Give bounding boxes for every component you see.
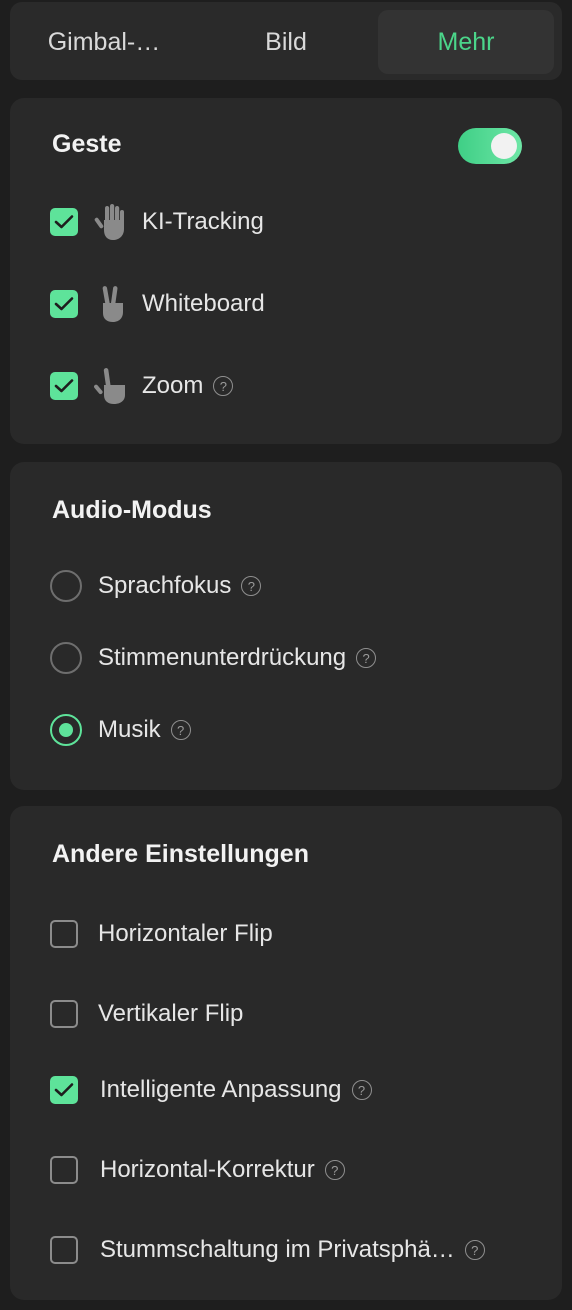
setting-horizon-correction[interactable]: Horizontal-Korrektur ? (50, 1150, 345, 1190)
vertical-flip-checkbox[interactable] (50, 1000, 78, 1028)
privacy-mute-help-icon[interactable]: ? (464, 1240, 485, 1260)
whiteboard-checkbox[interactable] (50, 290, 78, 318)
sprachfokus-label: Sprachfokus (98, 572, 232, 599)
tab-bild[interactable]: Bild (196, 10, 376, 74)
stimmenunterdrueckung-label: Stimmenunterdrückung (98, 644, 347, 671)
other-settings-card: Andere Einstellungen Horizontaler Flip V… (10, 806, 562, 1300)
gesture-item-zoom[interactable]: Zoom ? (50, 366, 234, 406)
privacy-mute-label: Stummschaltung im Privatsphä… (100, 1236, 455, 1263)
zoom-checkbox[interactable] (50, 372, 78, 400)
vertical-flip-label: Vertikaler Flip (98, 1000, 244, 1027)
sprachfokus-radio[interactable] (50, 570, 82, 602)
horizon-correction-help-icon[interactable]: ? (324, 1160, 345, 1180)
setting-horizontal-flip[interactable]: Horizontaler Flip (50, 914, 273, 954)
audio-title: Audio-Modus (52, 496, 212, 524)
tab-gimbal[interactable]: Gimbal-… (14, 10, 194, 74)
pointing-hand-icon (94, 368, 125, 404)
gesture-title: Geste (52, 130, 122, 158)
peace-hand-icon (102, 286, 123, 322)
zoom-label: Zoom (142, 372, 204, 399)
audio-option-musik[interactable]: Musik ? (50, 710, 191, 750)
musik-radio[interactable] (50, 714, 82, 746)
horizontal-flip-label: Horizontaler Flip (98, 920, 273, 947)
audio-card: Audio-Modus Sprachfokus ? Stimmenunterdr… (10, 462, 562, 790)
gesture-toggle[interactable] (458, 128, 522, 164)
ki-tracking-label: KI-Tracking (142, 208, 264, 235)
musik-label: Musik (98, 716, 161, 743)
horizontal-flip-checkbox[interactable] (50, 920, 78, 948)
audio-option-stimmenunterdrueckung[interactable]: Stimmenunterdrückung ? (50, 638, 377, 678)
horizon-correction-label: Horizontal-Korrektur (100, 1156, 315, 1183)
toggle-knob (491, 133, 517, 159)
intelligent-adjust-help-icon[interactable]: ? (351, 1080, 372, 1100)
gesture-item-ki-tracking[interactable]: KI-Tracking (50, 202, 264, 242)
whiteboard-label: Whiteboard (142, 290, 265, 317)
setting-vertical-flip[interactable]: Vertikaler Flip (50, 994, 243, 1034)
setting-intelligent-adjust[interactable]: Intelligente Anpassung ? (50, 1070, 372, 1110)
horizon-correction-checkbox[interactable] (50, 1156, 78, 1184)
setting-privacy-mute[interactable]: Stummschaltung im Privatsphä… ? (50, 1230, 485, 1270)
sprachfokus-help-icon[interactable]: ? (241, 576, 262, 596)
intelligent-adjust-checkbox[interactable] (50, 1076, 78, 1104)
stimmenunterdrueckung-help-icon[interactable]: ? (356, 648, 377, 668)
gesture-item-whiteboard[interactable]: Whiteboard (50, 284, 265, 324)
tab-mehr[interactable]: Mehr (378, 10, 554, 74)
other-settings-title: Andere Einstellungen (52, 840, 309, 868)
musik-help-icon[interactable]: ? (170, 720, 191, 740)
audio-option-sprachfokus[interactable]: Sprachfokus ? (50, 566, 262, 606)
open-hand-icon (94, 204, 124, 240)
zoom-help-icon[interactable]: ? (213, 376, 234, 396)
tab-bar: Gimbal-… Bild Mehr (10, 2, 562, 80)
ki-tracking-checkbox[interactable] (50, 208, 78, 236)
intelligent-adjust-label: Intelligente Anpassung (100, 1076, 342, 1103)
gesture-card: Geste KI-Tracking Whiteboard Zoom ? (10, 98, 562, 444)
stimmenunterdrueckung-radio[interactable] (50, 642, 82, 674)
privacy-mute-checkbox[interactable] (50, 1236, 78, 1264)
